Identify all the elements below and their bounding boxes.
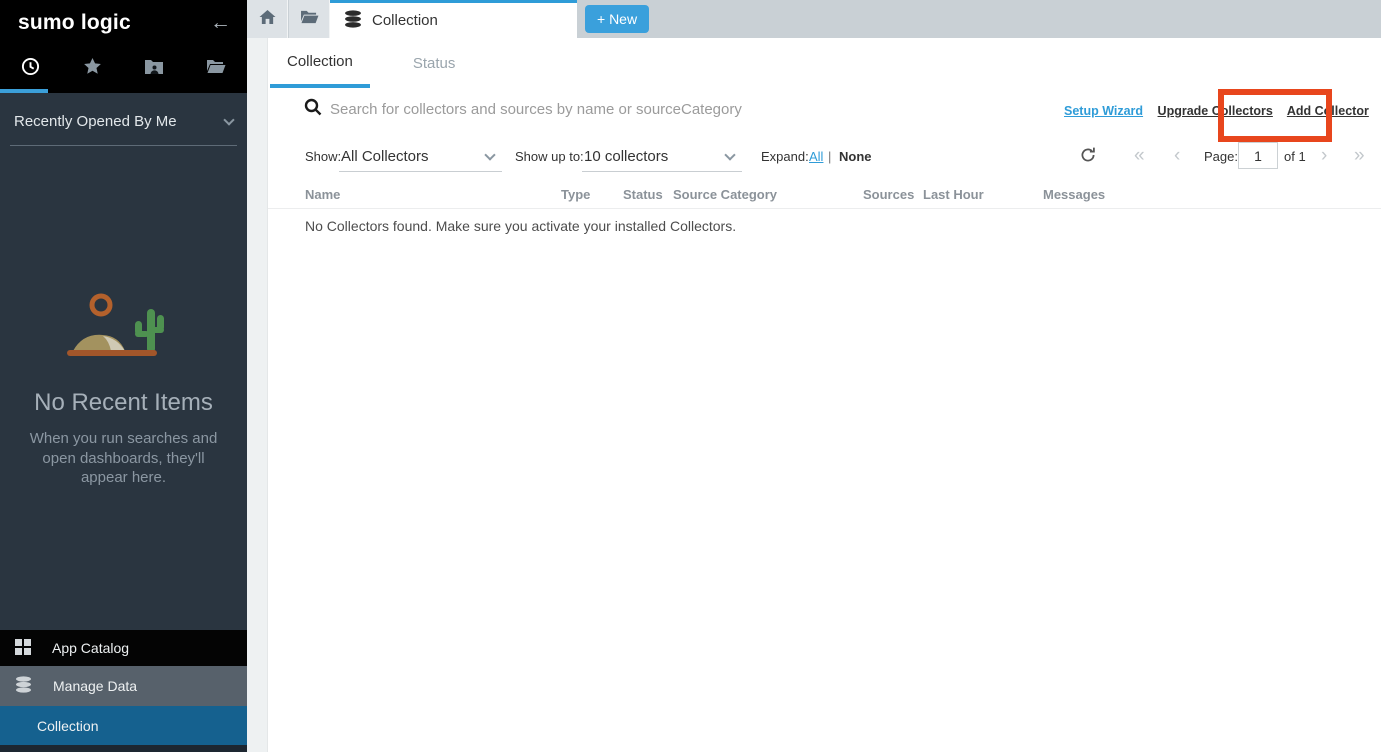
collectors-table-header: Name Type Status Source Category Sources… xyxy=(268,183,1381,209)
no-recent-items-title: No Recent Items xyxy=(0,389,247,417)
page-size-value: 10 collectors xyxy=(584,148,668,165)
page-number-input[interactable] xyxy=(1238,142,1278,169)
column-header-messages: Messages xyxy=(1043,187,1105,202)
column-header-last-hour: Last Hour xyxy=(923,187,984,202)
content-gutter xyxy=(247,38,267,752)
last-page-button[interactable]: » xyxy=(1354,146,1365,165)
library-button[interactable] xyxy=(289,0,330,38)
add-collector-link[interactable]: Add Collector xyxy=(1287,104,1369,118)
page-label: Page: xyxy=(1204,149,1238,164)
collection-label: Collection xyxy=(37,718,98,734)
refresh-button[interactable] xyxy=(1080,147,1096,166)
tab-status[interactable]: Status xyxy=(396,38,473,88)
personal-folder-icon xyxy=(144,58,164,81)
expand-all-link[interactable]: All xyxy=(809,149,823,164)
chevron-down-icon xyxy=(724,149,735,160)
page-of-label: of 1 xyxy=(1284,149,1306,164)
new-button[interactable]: + New xyxy=(585,5,649,33)
home-button[interactable] xyxy=(247,0,288,38)
upgrade-collectors-link[interactable]: Upgrade Collectors xyxy=(1158,104,1273,118)
manage-data-label: Manage Data xyxy=(53,678,137,694)
expand-label: Expand: xyxy=(761,149,809,164)
show-label: Show: xyxy=(305,149,341,164)
collection-document-tab[interactable]: Collection xyxy=(330,0,577,38)
chevron-down-icon xyxy=(223,114,234,125)
expand-divider: | xyxy=(828,149,831,164)
database-icon xyxy=(344,10,362,32)
home-icon xyxy=(259,9,276,30)
previous-page-button[interactable]: ‹ xyxy=(1174,146,1180,165)
shared-folder-tab[interactable] xyxy=(124,45,186,93)
expand-none-link[interactable]: None xyxy=(839,149,872,164)
next-page-button[interactable]: › xyxy=(1321,146,1327,165)
refresh-icon xyxy=(1080,147,1096,163)
sidebar-item-collection[interactable]: Collection xyxy=(0,706,247,745)
database-icon xyxy=(15,676,32,696)
chevron-down-icon xyxy=(484,149,495,160)
toolbar-row: Show: All Collectors Show up to: 10 coll… xyxy=(268,140,1381,176)
column-header-type: Type xyxy=(561,187,590,202)
library-tab[interactable] xyxy=(185,45,247,93)
tab-collection[interactable]: Collection xyxy=(270,38,370,88)
setup-wizard-link[interactable]: Setup Wizard xyxy=(1064,104,1143,118)
sidebar-item-app-catalog[interactable]: App Catalog xyxy=(0,630,247,666)
sidebar-header: sumo logic ← xyxy=(0,0,247,45)
search-icon xyxy=(304,98,322,121)
empty-table-message: No Collectors found. Make sure you activ… xyxy=(305,218,736,234)
panel-tabs: Collection Status xyxy=(268,38,1381,88)
sidebar: sumo logic ← Recently Opened By Me xyxy=(0,0,247,752)
recent-tab[interactable] xyxy=(0,45,62,93)
app-catalog-label: App Catalog xyxy=(52,640,129,656)
grid-icon xyxy=(15,639,31,658)
search-input[interactable] xyxy=(330,96,950,122)
show-collectors-value: All Collectors xyxy=(341,148,429,165)
open-folder-icon xyxy=(206,58,226,80)
star-icon xyxy=(83,57,102,81)
first-page-button[interactable]: « xyxy=(1134,146,1145,165)
no-recent-items-description: When you run searches and open dashboard… xyxy=(22,429,225,488)
column-header-source-category: Source Category xyxy=(673,187,777,202)
header-links: Setup Wizard Upgrade Collectors Add Coll… xyxy=(1064,104,1381,118)
sumo-logic-app: { "app": { "logo": "sumo logic" }, "icon… xyxy=(0,0,1381,752)
show-up-to-label: Show up to: xyxy=(515,149,584,164)
collection-panel: Collection Status Setup Wizard Upgrade C… xyxy=(267,38,1381,752)
recently-opened-label: Recently Opened By Me xyxy=(14,113,177,130)
open-folder-icon xyxy=(300,9,319,30)
search-row: Setup Wizard Upgrade Collectors Add Coll… xyxy=(268,88,1381,132)
favorites-tab[interactable] xyxy=(62,45,124,93)
sidebar-item-manage-data[interactable]: Manage Data xyxy=(0,666,247,706)
document-tab-label: Collection xyxy=(372,12,438,29)
column-header-sources: Sources xyxy=(863,187,914,202)
sidebar-bottom-nav: App Catalog Manage Data Collection xyxy=(0,630,247,752)
top-tab-bar: Collection + New xyxy=(247,0,1381,38)
collapse-sidebar-icon[interactable]: ← xyxy=(210,12,231,33)
sidebar-icon-tabs xyxy=(0,45,247,93)
sidebar-bottom-strip xyxy=(0,745,247,752)
recently-opened-dropdown[interactable]: Recently Opened By Me xyxy=(10,113,237,146)
sumo-logic-logo: sumo logic xyxy=(18,11,131,35)
desert-illustration xyxy=(59,291,189,363)
clock-icon xyxy=(21,57,40,81)
column-header-name: Name xyxy=(305,187,340,202)
column-header-status: Status xyxy=(623,187,663,202)
show-collectors-dropdown[interactable]: All Collectors xyxy=(339,142,502,172)
page-size-dropdown[interactable]: 10 collectors xyxy=(582,142,742,172)
